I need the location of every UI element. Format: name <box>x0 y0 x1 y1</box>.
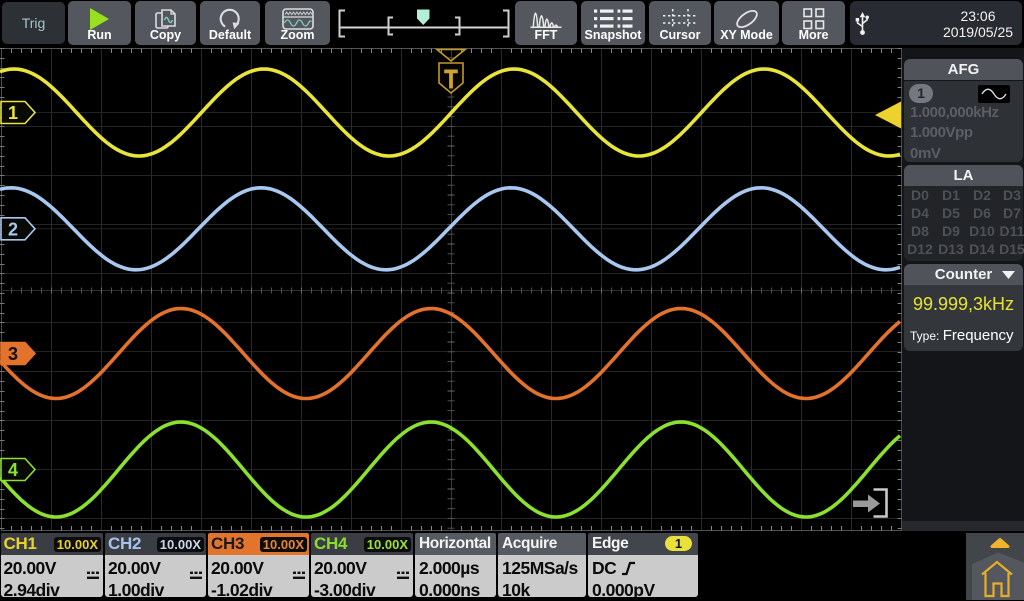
svg-text:4: 4 <box>8 460 18 480</box>
svg-text:1: 1 <box>8 103 18 123</box>
svg-text:3: 3 <box>8 344 18 364</box>
svg-text:2: 2 <box>8 219 18 239</box>
